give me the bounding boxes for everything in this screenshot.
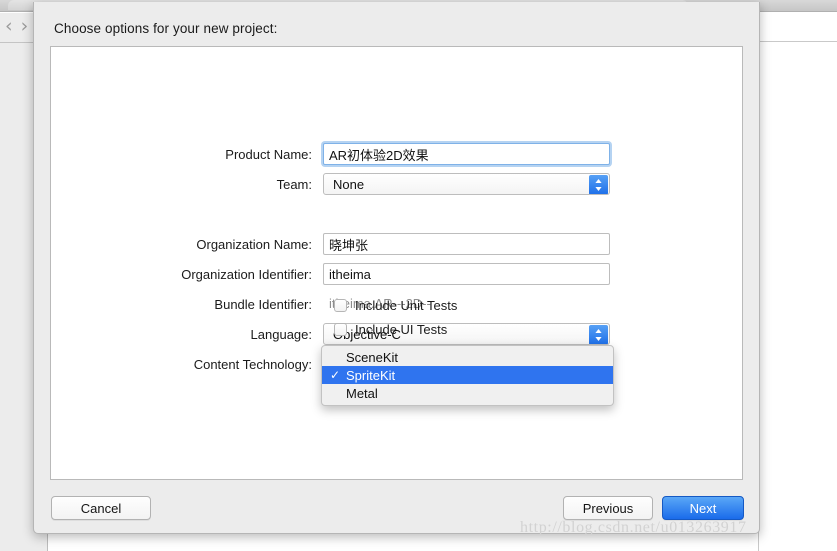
team-stepper-icon[interactable] — [589, 175, 608, 194]
checkbox-row-include-unit-tests[interactable]: Include Unit Tests — [334, 293, 457, 317]
organization-identifier-input[interactable] — [323, 263, 610, 285]
form-rows: Product Name: Team: None — [51, 139, 744, 379]
include-unit-tests-checkbox[interactable] — [334, 298, 347, 312]
label-language: Language: — [250, 326, 312, 342]
chevron-left-icon[interactable]: ‹ — [5, 16, 13, 36]
menu-item-metal-label: Metal — [346, 385, 378, 401]
form-row-spacer — [51, 199, 744, 229]
form-row-product-name: Product Name: — [51, 139, 744, 169]
label-team: Team: — [276, 176, 312, 192]
label-organization-name: Organization Name: — [196, 236, 312, 252]
previous-button[interactable]: Previous — [563, 496, 653, 520]
inspector-panel-header — [758, 13, 837, 42]
menu-item-metal[interactable]: Metal — [322, 384, 613, 402]
label-organization-identifier: Organization Identifier: — [181, 266, 312, 282]
checkbox-row-include-ui-tests[interactable]: Include UI Tests — [334, 317, 457, 341]
cancel-button[interactable]: Cancel — [51, 496, 151, 520]
field-wrap-team: None — [323, 173, 610, 195]
menu-item-scenekit[interactable]: SceneKit — [322, 348, 613, 366]
field-wrap-product-name — [323, 143, 610, 165]
form-row-organization-name: Organization Name: — [51, 229, 744, 259]
chevron-right-icon[interactable]: › — [21, 16, 29, 36]
language-stepper-icon[interactable] — [589, 325, 608, 344]
checkbox-area: Include Unit Tests Include UI Tests — [334, 293, 457, 341]
field-wrap-organization-name — [323, 233, 610, 255]
menu-item-spritekit[interactable]: ✓ SpriteKit — [322, 366, 613, 384]
check-icon: ✓ — [330, 368, 341, 382]
field-wrap-organization-identifier — [323, 263, 610, 285]
form-panel: Product Name: Team: None — [50, 46, 743, 480]
dialog-title: Choose options for your new project: — [54, 21, 278, 36]
team-popup-button[interactable]: None — [323, 173, 610, 195]
menu-item-scenekit-label: SceneKit — [346, 349, 399, 365]
include-unit-tests-label: Include Unit Tests — [355, 297, 458, 313]
organization-name-input[interactable] — [323, 233, 610, 255]
label-content-technology: Content Technology: — [193, 356, 312, 372]
next-button[interactable]: Next — [662, 496, 744, 520]
form-row-team: Team: None — [51, 169, 744, 199]
label-bundle-identifier: Bundle Identifier: — [214, 296, 312, 312]
label-product-name: Product Name: — [225, 146, 312, 162]
watermark-text: http://blog.csdn.net/u013263917 — [520, 519, 747, 536]
team-popup-value: None — [333, 177, 365, 192]
menu-item-spritekit-label: SpriteKit — [346, 367, 396, 383]
include-ui-tests-checkbox[interactable] — [334, 322, 347, 336]
new-project-options-dialog: Choose options for your new project: Pro… — [33, 2, 760, 534]
include-ui-tests-label: Include UI Tests — [355, 321, 448, 337]
inspector-panel — [758, 13, 837, 551]
content-technology-dropdown-menu[interactable]: SceneKit ✓ SpriteKit Metal — [321, 345, 614, 406]
product-name-input[interactable] — [323, 143, 610, 165]
form-row-organization-identifier: Organization Identifier: — [51, 259, 744, 289]
